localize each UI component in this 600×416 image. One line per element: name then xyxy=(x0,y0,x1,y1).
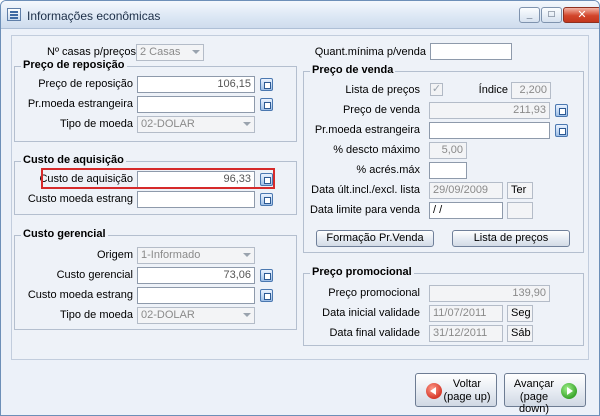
lista-precos-checkbox[interactable]: ✓ xyxy=(430,83,443,96)
chevron-down-icon xyxy=(243,122,251,126)
avancar-button[interactable]: Avançar (page down) xyxy=(504,373,586,415)
quant-minima-label: Quant.mínima p/venda xyxy=(314,46,426,58)
lista-precos-button[interactable]: Lista de preços xyxy=(452,230,570,247)
preco-venda-group: Preço de venda Lista de preços ✓ Índice … xyxy=(303,64,584,253)
tipo-moeda-label: Tipo de moeda xyxy=(60,118,133,130)
preco-promocional-group: Preço promocional Preço promocional 139,… xyxy=(303,266,584,346)
minimize-icon: _ xyxy=(526,9,533,20)
data-final-input[interactable]: 31/12/2011 xyxy=(429,325,503,342)
custo-gerencial-title: Custo gerencial xyxy=(21,228,108,240)
custo-gerencial-tipo-moeda-select[interactable]: 02-DOLAR xyxy=(137,307,255,324)
calculator-icon[interactable] xyxy=(260,289,273,302)
title-bar[interactable]: Informações econômicas _ □ ✕ xyxy=(1,1,599,29)
acrescimo-maximo-input[interactable] xyxy=(429,162,467,179)
preco-venda-label: Preço de venda xyxy=(342,104,420,116)
chevron-down-icon xyxy=(243,313,251,317)
data-inicial-day: Seg xyxy=(507,305,533,322)
data-final-day: Sáb xyxy=(507,325,533,342)
preco-venda-title: Preço de venda xyxy=(310,64,396,76)
desconto-maximo-input[interactable]: 5,00 xyxy=(429,142,467,159)
preco-reposicao-group: Preço de reposição Preço de reposição 10… xyxy=(14,59,297,142)
tipo-moeda-value: 02-DOLAR xyxy=(141,118,195,130)
maximize-button[interactable]: □ xyxy=(541,7,562,23)
avancar-shortcut: (page down) xyxy=(519,391,549,415)
custo-gerencial-tipo-moeda-label: Tipo de moeda xyxy=(60,309,133,321)
custo-gerencial-moeda-label: Custo moeda estrang xyxy=(27,289,133,301)
minimize-button[interactable]: _ xyxy=(519,7,540,23)
close-button[interactable]: ✕ xyxy=(563,7,599,23)
data-limite-input[interactable]: / / xyxy=(429,202,503,219)
check-icon: ✓ xyxy=(431,83,442,95)
data-inicial-input[interactable]: 11/07/2011 xyxy=(429,305,503,322)
window-title: Informações econômicas xyxy=(27,9,161,23)
main-panel: Nº casas p/preços 2 Casas Quant.mínima p… xyxy=(11,35,589,360)
num-casas-value: 2 Casas xyxy=(140,46,181,58)
preco-moeda-estrangeira-label: Pr.moeda estrangeira xyxy=(27,98,133,110)
preco-promocional-title: Preço promocional xyxy=(310,266,414,278)
preco-venda-moeda-input[interactable] xyxy=(429,122,550,139)
preco-venda-moeda-label: Pr.moeda estrangeira xyxy=(314,124,420,136)
num-casas-label: Nº casas p/preços xyxy=(47,46,136,58)
data-inicial-label: Data inicial validade xyxy=(322,307,420,319)
calculator-icon[interactable] xyxy=(555,104,568,117)
voltar-label: Voltar xyxy=(452,378,482,390)
highlight-box xyxy=(41,168,275,189)
arrow-left-icon xyxy=(426,383,442,399)
calculator-icon[interactable] xyxy=(260,193,273,206)
app-icon xyxy=(7,8,21,21)
window: Informações econômicas _ □ ✕ Nº casas p/… xyxy=(0,0,600,416)
preco-moeda-estrangeira-input[interactable] xyxy=(137,96,255,113)
chevron-down-icon xyxy=(192,50,200,54)
avancar-label: Avançar xyxy=(513,378,555,390)
indice-input[interactable]: 2,200 xyxy=(511,82,551,99)
content-area: Nº casas p/preços 2 Casas Quant.mínima p… xyxy=(5,30,595,362)
calculator-icon[interactable] xyxy=(555,124,568,137)
chevron-down-icon xyxy=(243,253,251,257)
preco-reposicao-title: Preço de reposição xyxy=(21,59,127,71)
indice-label: Índice xyxy=(478,84,508,96)
calculator-icon[interactable] xyxy=(260,98,273,111)
data-limite-day xyxy=(507,202,533,219)
formacao-preco-venda-button[interactable]: Formação Pr.Venda xyxy=(316,230,434,247)
data-ultima-lista-label: Data últ.incl./excl. lista xyxy=(311,184,420,196)
voltar-shortcut: (page up) xyxy=(443,391,491,403)
data-limite-label: Data limite para venda xyxy=(309,204,420,216)
quant-minima-input[interactable] xyxy=(430,43,512,60)
custo-moeda-estrang-input[interactable] xyxy=(137,191,255,208)
data-ultima-lista-input[interactable]: 29/09/2009 xyxy=(429,182,503,199)
custo-aquisicao-title: Custo de aquisição xyxy=(21,154,126,166)
preco-promocional-input[interactable]: 139,90 xyxy=(429,285,550,302)
preco-reposicao-input[interactable]: 106,15 xyxy=(137,76,255,93)
custo-gerencial-moeda-input[interactable] xyxy=(137,287,255,304)
custo-gerencial-tipo-moeda-value: 02-DOLAR xyxy=(141,309,195,321)
custo-gerencial-group: Custo gerencial Origem 1-Informado Custo… xyxy=(14,228,297,330)
maximize-icon: □ xyxy=(548,9,555,20)
preco-reposicao-label: Preço de reposição xyxy=(38,78,133,90)
custo-moeda-estrang-label: Custo moeda estrang xyxy=(27,193,133,205)
acrescimo-maximo-label: % acrés.máx xyxy=(356,164,420,176)
desconto-maximo-label: % descto máximo xyxy=(333,144,420,156)
close-icon: ✕ xyxy=(577,9,587,21)
preco-promocional-label: Preço promocional xyxy=(328,287,420,299)
custo-gerencial-input[interactable]: 73,06 xyxy=(137,267,255,284)
preco-venda-input[interactable]: 211,93 xyxy=(429,102,550,119)
data-final-label: Data final validade xyxy=(329,327,420,339)
num-casas-select[interactable]: 2 Casas xyxy=(136,44,204,61)
calculator-icon[interactable] xyxy=(260,269,273,282)
origem-select[interactable]: 1-Informado xyxy=(137,247,255,264)
origem-value: 1-Informado xyxy=(141,249,201,261)
origem-label: Origem xyxy=(96,249,133,261)
voltar-button[interactable]: Voltar (page up) xyxy=(415,373,497,407)
arrow-right-icon xyxy=(561,383,577,399)
data-ultima-lista-day: Ter xyxy=(507,182,533,199)
lista-precos-label: Lista de preços xyxy=(345,84,420,96)
custo-gerencial-label: Custo gerencial xyxy=(56,269,133,281)
calculator-icon[interactable] xyxy=(260,78,273,91)
tipo-moeda-select[interactable]: 02-DOLAR xyxy=(137,116,255,133)
